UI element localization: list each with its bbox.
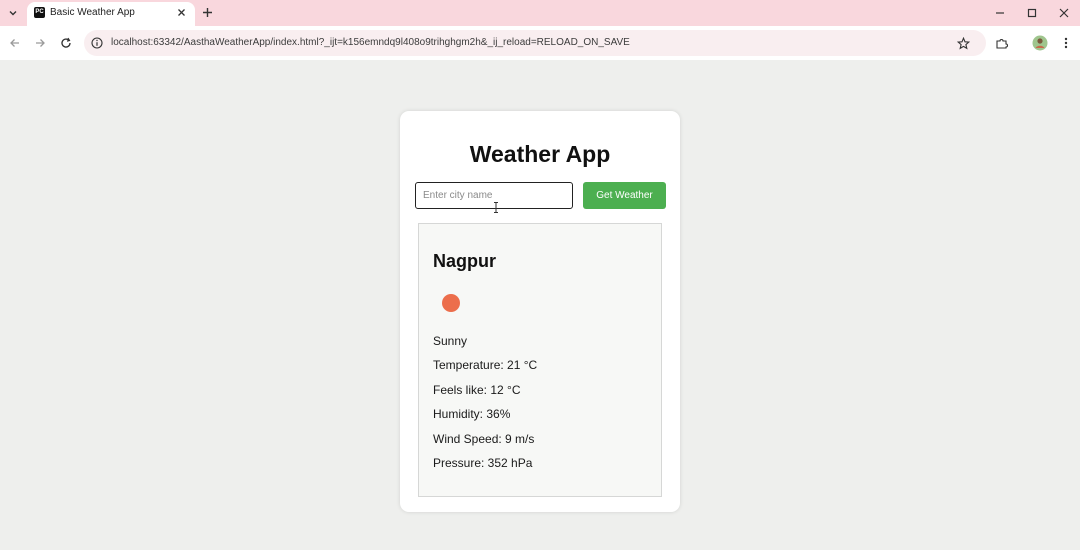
city-name: Nagpur (433, 251, 496, 271)
tab-title: Basic Weather App (50, 7, 135, 18)
browser-toolbar: localhost:63342/AasthaWeatherApp/index.h… (0, 26, 1080, 60)
pycharm-favicon-icon: PC (34, 7, 45, 18)
profile-avatar-icon[interactable] (1031, 34, 1049, 52)
text-cursor-icon (493, 200, 499, 213)
wind-speed-text: Wind Speed: 9 m/s (433, 432, 535, 446)
humidity-text: Humidity: 36% (433, 407, 511, 421)
forward-arrow-icon[interactable] (31, 34, 49, 52)
maximize-icon[interactable] (1023, 4, 1041, 22)
minimize-icon[interactable] (991, 4, 1009, 22)
bookmark-star-icon[interactable] (955, 35, 971, 51)
get-weather-button[interactable]: Get Weather (583, 182, 666, 209)
tab-search-chevron-icon[interactable] (4, 4, 22, 22)
weather-description: Sunny (433, 334, 468, 348)
page-title: Weather App (469, 141, 611, 167)
kebab-menu-icon[interactable] (1057, 34, 1075, 52)
new-tab-plus-icon[interactable] (199, 4, 216, 21)
browser-tab[interactable]: PC Basic Weather App (27, 2, 195, 26)
pressure-text: Pressure: 352 hPa (433, 456, 533, 470)
feels-like-text: Feels like: 12 °C (433, 383, 521, 397)
sun-icon (442, 294, 460, 312)
reload-icon[interactable] (57, 34, 75, 52)
url-text[interactable]: localhost:63342/AasthaWeatherApp/index.h… (111, 37, 630, 48)
back-arrow-icon[interactable] (6, 34, 24, 52)
browser-tab-bar: PC Basic Weather App (0, 0, 1080, 26)
window-close-icon[interactable] (1055, 4, 1073, 22)
site-info-icon[interactable] (90, 36, 104, 50)
address-bar[interactable]: localhost:63342/AasthaWeatherApp/index.h… (84, 30, 986, 56)
temperature-text: Temperature: 21 °C (433, 358, 538, 372)
tab-close-icon[interactable] (174, 5, 188, 19)
extensions-puzzle-icon[interactable] (993, 34, 1011, 52)
